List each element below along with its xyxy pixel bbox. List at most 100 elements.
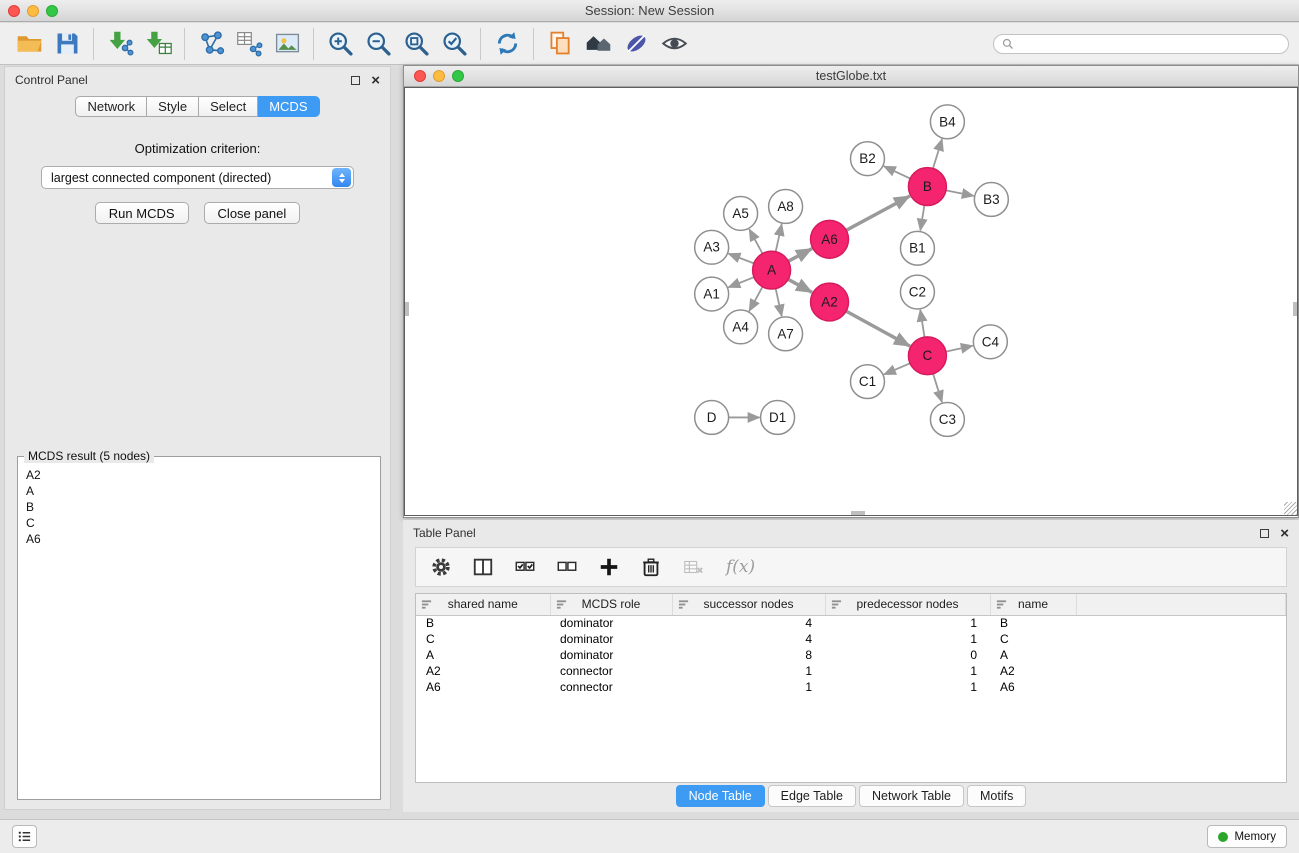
- select-all-button[interactable]: [512, 554, 538, 580]
- optimization-criterion-select[interactable]: largest connected component (directed): [41, 166, 354, 189]
- graph-node-B[interactable]: B: [908, 168, 946, 206]
- table-cell[interactable]: C: [990, 631, 1076, 647]
- graph-edge-C-C4[interactable]: [946, 346, 973, 352]
- graph-node-B3[interactable]: B3: [974, 183, 1008, 217]
- unselect-all-button[interactable]: [554, 554, 580, 580]
- show-columns-button[interactable]: [470, 554, 496, 580]
- mcds-result-item[interactable]: B: [26, 499, 380, 515]
- table-cell[interactable]: 1: [825, 663, 990, 679]
- graph-node-A3[interactable]: A3: [695, 230, 729, 264]
- apply-style-button[interactable]: [617, 26, 655, 62]
- save-session-button[interactable]: [48, 26, 86, 62]
- control-panel-tab-mcds[interactable]: MCDS: [258, 96, 319, 117]
- graph-edge-A-A2[interactable]: [788, 279, 812, 292]
- open-recent-button[interactable]: [541, 26, 579, 62]
- table-cell[interactable]: 1: [672, 679, 825, 695]
- graph-node-A1[interactable]: A1: [695, 277, 729, 311]
- float-panel-icon[interactable]: [351, 76, 360, 85]
- graph-edge-A2-C[interactable]: [846, 311, 910, 346]
- open-session-button[interactable]: [10, 26, 48, 62]
- graph-node-D[interactable]: D: [695, 401, 729, 435]
- graph-edge-C-C2[interactable]: [920, 310, 924, 337]
- delete-row-button[interactable]: [638, 554, 664, 580]
- graph-node-A6[interactable]: A6: [811, 220, 849, 258]
- table-cell[interactable]: A: [416, 647, 550, 663]
- graph-node-A5[interactable]: A5: [724, 196, 758, 230]
- refresh-button[interactable]: [488, 26, 526, 62]
- search-field[interactable]: [993, 34, 1289, 54]
- graph-edge-B-B1[interactable]: [920, 205, 924, 230]
- table-cell[interactable]: 1: [825, 631, 990, 647]
- column-header-shared-name[interactable]: shared name: [416, 594, 550, 615]
- table-cell[interactable]: B: [416, 615, 550, 631]
- mcds-result-item[interactable]: C: [26, 515, 380, 531]
- graph-edge-A-A3[interactable]: [728, 254, 753, 264]
- graph-node-C1[interactable]: C1: [851, 365, 885, 399]
- network-window-titlebar[interactable]: testGlobe.txt: [404, 66, 1298, 87]
- mcds-result-item[interactable]: A: [26, 483, 380, 499]
- table-tab-edge-table[interactable]: Edge Table: [768, 785, 856, 807]
- graph-node-A4[interactable]: A4: [724, 310, 758, 344]
- close-table-panel-icon[interactable]: ×: [1280, 529, 1289, 538]
- graph-node-A[interactable]: A: [753, 251, 791, 289]
- table-cell[interactable]: connector: [550, 663, 672, 679]
- table-cell[interactable]: dominator: [550, 615, 672, 631]
- table-cell[interactable]: 4: [672, 615, 825, 631]
- column-header-successor-nodes[interactable]: successor nodes: [672, 594, 825, 615]
- close-panel-button[interactable]: Close panel: [204, 202, 301, 224]
- run-mcds-button[interactable]: Run MCDS: [95, 202, 189, 224]
- table-cell[interactable]: 8: [672, 647, 825, 663]
- export-image-button[interactable]: [268, 26, 306, 62]
- resize-grip[interactable]: [1284, 502, 1297, 515]
- column-header-predecessor-nodes[interactable]: predecessor nodes: [825, 594, 990, 615]
- control-panel-tab-select[interactable]: Select: [199, 96, 258, 117]
- graph-edge-A-A4[interactable]: [749, 287, 762, 311]
- table-row[interactable]: Bdominator41B: [416, 615, 1286, 631]
- graph-edge-B-B4[interactable]: [933, 139, 942, 168]
- column-header-MCDS-role[interactable]: MCDS role: [550, 594, 672, 615]
- table-row[interactable]: Adominator80A: [416, 647, 1286, 663]
- graph-node-A2[interactable]: A2: [811, 283, 849, 321]
- network-canvas[interactable]: AA1A2A3A4A5A6A7A8BB1B2B3B4CC1C2C3C4DD1: [404, 87, 1298, 516]
- graph-edge-A6-B[interactable]: [846, 196, 910, 230]
- mcds-result-item[interactable]: A2: [26, 467, 380, 483]
- table-cell[interactable]: 4: [672, 631, 825, 647]
- graph-node-B4[interactable]: B4: [930, 105, 964, 139]
- graph-edge-B-B3[interactable]: [946, 190, 974, 196]
- close-window-button[interactable]: [8, 5, 20, 17]
- import-table-file-button[interactable]: [139, 26, 177, 62]
- zoom-out-button[interactable]: [359, 26, 397, 62]
- home-button[interactable]: [579, 26, 617, 62]
- table-cell[interactable]: dominator: [550, 631, 672, 647]
- graph-node-C[interactable]: C: [908, 337, 946, 375]
- column-header-name[interactable]: name: [990, 594, 1076, 615]
- graphics-details-button[interactable]: [655, 26, 693, 62]
- function-builder-button[interactable]: f(x): [726, 557, 755, 577]
- zoom-in-button[interactable]: [321, 26, 359, 62]
- mcds-result-item[interactable]: A6: [26, 531, 380, 547]
- table-cell[interactable]: A2: [990, 663, 1076, 679]
- import-network-file-button[interactable]: [101, 26, 139, 62]
- graph-edge-B-B2[interactable]: [884, 166, 910, 178]
- graph-edge-C-C3[interactable]: [933, 374, 942, 403]
- table-row[interactable]: Cdominator41C: [416, 631, 1286, 647]
- table-cell[interactable]: 1: [672, 663, 825, 679]
- graph-node-D1[interactable]: D1: [761, 401, 795, 435]
- table-cell[interactable]: C: [416, 631, 550, 647]
- table-tab-motifs[interactable]: Motifs: [967, 785, 1026, 807]
- zoom-window-button[interactable]: [46, 5, 58, 17]
- zoom-network-window-button[interactable]: [452, 70, 464, 82]
- control-panel-tab-style[interactable]: Style: [147, 96, 199, 117]
- table-cell[interactable]: A2: [416, 663, 550, 679]
- table-cell[interactable]: connector: [550, 679, 672, 695]
- graph-node-A7[interactable]: A7: [769, 317, 803, 351]
- network-from-table-button[interactable]: [230, 26, 268, 62]
- new-network-button[interactable]: [192, 26, 230, 62]
- minimize-network-window-button[interactable]: [433, 70, 445, 82]
- task-history-button[interactable]: [12, 825, 37, 848]
- table-cell[interactable]: 0: [825, 647, 990, 663]
- zoom-fit-button[interactable]: [397, 26, 435, 62]
- graph-edge-A-A1[interactable]: [728, 277, 754, 287]
- table-options-button[interactable]: [428, 554, 454, 580]
- graph-node-C4[interactable]: C4: [973, 325, 1007, 359]
